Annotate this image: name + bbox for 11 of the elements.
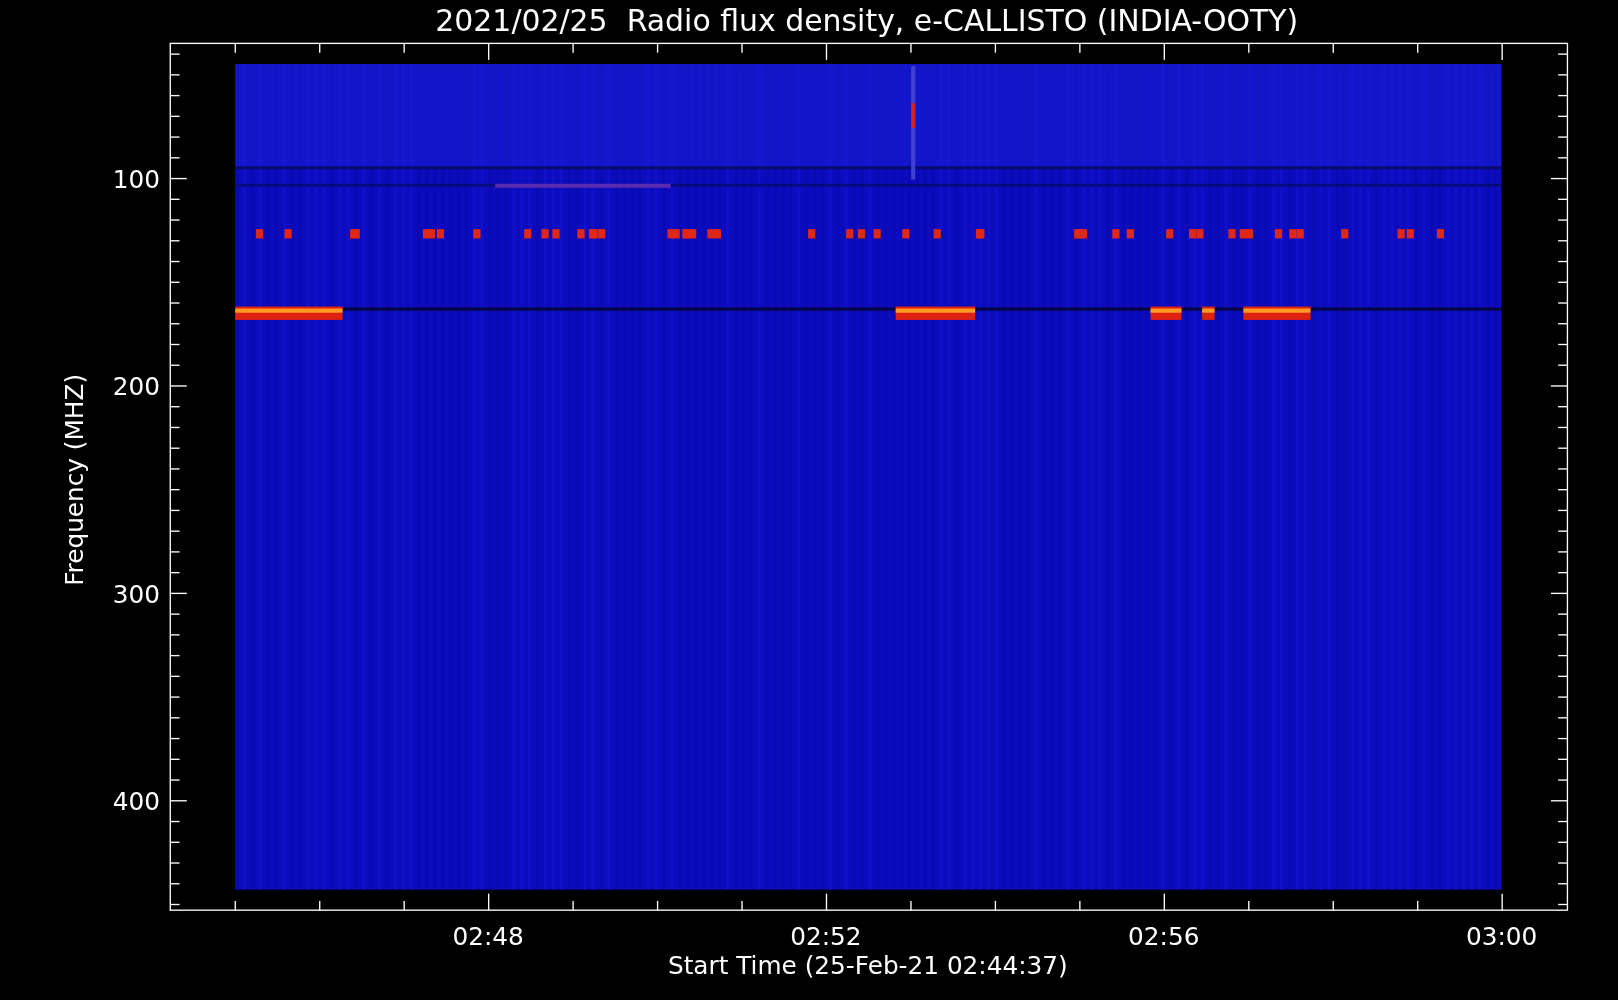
x-tick-label: 02:48 — [452, 922, 524, 952]
x-axis-label: Start Time (25-Feb-21 02:44:37) — [667, 951, 1068, 981]
x-tick-label: 03:00 — [1465, 922, 1538, 952]
y-tick-label: 400 — [112, 787, 160, 817]
x-tick-label: 02:56 — [1128, 922, 1200, 952]
chart-title: 2021/02/25 Radio flux density, e-CALLISTO (INDIA-OOTY) — [435, 3, 1299, 38]
y-tick-label: 200 — [112, 372, 160, 402]
y-axis-label: Frequency (MHZ) — [59, 373, 89, 586]
y-tick-label: 300 — [112, 579, 160, 609]
y-tick-label: 100 — [112, 164, 160, 194]
x-tick-label: 02:52 — [790, 922, 862, 952]
